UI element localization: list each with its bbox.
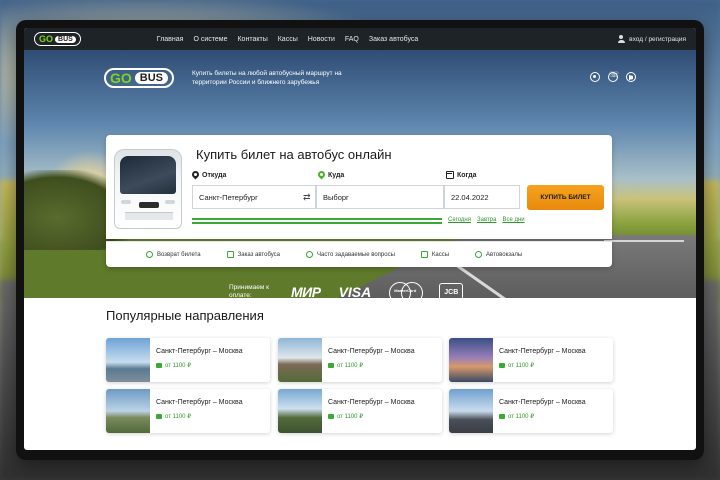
nav-item-home[interactable]: Главная: [157, 36, 184, 43]
calendar-icon: [446, 171, 454, 179]
date-today-link[interactable]: Сегодня: [448, 217, 471, 223]
feature-bus-stations[interactable]: Автовокзалы: [475, 251, 522, 258]
refund-icon: [146, 251, 153, 258]
visa-logo: VISA: [338, 284, 372, 298]
feature-bus-order[interactable]: Заказ автобуса: [226, 251, 280, 258]
to-input[interactable]: Выборг: [316, 185, 444, 209]
route-thumbnail: [278, 389, 322, 433]
cashbox-icon: [420, 251, 428, 258]
laptop-frame: GO BUS Главная О системе Контакты Кассы …: [16, 20, 704, 460]
route-card[interactable]: Санкт-Петербург – Москва от 1100 ₽: [278, 389, 442, 433]
mastercard-logo: MasterCard: [389, 282, 424, 298]
hero-tagline: Купить билеты на любой автобусный маршру…: [192, 70, 342, 86]
nav-item-news[interactable]: Новости: [308, 36, 335, 43]
route-card[interactable]: Санкт-Петербург – Москва от 1100 ₽: [449, 338, 613, 382]
phone-icon[interactable]: [608, 70, 619, 82]
popular-title: Популярные направления: [106, 308, 264, 323]
route-card[interactable]: Санкт-Петербург – Москва от 1100 ₽: [106, 389, 270, 433]
ticket-icon: [328, 414, 334, 419]
form-divider: [192, 222, 442, 224]
route-card[interactable]: Санкт-Петербург – Москва от 1100 ₽: [449, 389, 613, 433]
mir-logo: МИР: [291, 284, 321, 298]
from-label: Откуда: [192, 171, 226, 180]
nav-item-contacts[interactable]: Контакты: [237, 36, 267, 43]
feature-ticket-offices[interactable]: Кассы: [420, 251, 449, 258]
date-input[interactable]: 22.04.2022: [444, 185, 520, 209]
ticket-icon: [328, 363, 334, 368]
payment-label: Принимаем к оплате:: [229, 284, 269, 298]
date-label: Когда: [446, 171, 477, 179]
nav-item-about[interactable]: О системе: [193, 36, 227, 43]
top-navbar: GO BUS Главная О системе Контакты Кассы …: [24, 28, 696, 50]
website-screen: GO BUS Главная О системе Контакты Кассы …: [24, 28, 696, 450]
user-icon: [617, 35, 625, 43]
nav-item-faq[interactable]: FAQ: [345, 36, 359, 43]
route-card[interactable]: Санкт-Петербург – Москва от 1100 ₽: [106, 338, 270, 382]
ticket-icon: [499, 414, 505, 419]
hero-road-marking: [604, 240, 684, 242]
quick-date-links: Сегодня Завтра Все дни: [448, 217, 525, 223]
payment-methods: Принимаем к оплате: МИР VISA MasterCard …: [229, 282, 464, 298]
nav-item-ticket-offices[interactable]: Кассы: [278, 36, 298, 43]
viber-icon[interactable]: [590, 72, 600, 82]
contact-icons: [590, 70, 636, 82]
hero-banner: GO BUS Купить билеты на любой автобусный…: [24, 50, 696, 298]
ticket-search-form: Купить билет на автобус онлайн Откуда Ку…: [106, 135, 612, 239]
main-menu: Главная О системе Контакты Кассы Новости…: [157, 36, 419, 43]
buy-ticket-button[interactable]: КУПИТЬ БИЛЕТ: [527, 185, 604, 210]
login-label: вход / регистрация: [629, 35, 686, 43]
feature-faq[interactable]: Часто задаваемые вопросы: [306, 251, 395, 258]
form-divider: [192, 218, 442, 220]
bus-image: [114, 149, 182, 229]
route-thumbnail: [278, 338, 322, 382]
ticket-icon: [156, 414, 162, 419]
navbar-logo[interactable]: GO BUS: [34, 32, 81, 46]
ticket-icon: [156, 363, 162, 368]
route-thumbnail: [449, 389, 493, 433]
ticket-icon: [499, 363, 505, 368]
jcb-logo: JCB: [439, 283, 464, 298]
to-label: Куда: [318, 171, 344, 180]
route-thumbnail: [106, 389, 150, 433]
from-input[interactable]: Санкт-Петербург: [192, 185, 316, 209]
date-tomorrow-link[interactable]: Завтра: [477, 217, 496, 223]
bus-icon: [226, 251, 234, 258]
question-icon: [306, 251, 314, 258]
search-title: Купить билет на автобус онлайн: [196, 147, 392, 162]
route-thumbnail: [106, 338, 150, 382]
location-pin-icon: [318, 171, 325, 180]
login-link[interactable]: вход / регистрация: [617, 35, 686, 43]
route-card[interactable]: Санкт-Петербург – Москва от 1100 ₽: [278, 338, 442, 382]
nav-item-bus-order[interactable]: Заказ автобуса: [369, 36, 418, 43]
route-thumbnail: [449, 338, 493, 382]
station-icon: [475, 251, 483, 258]
date-all-link[interactable]: Все дни: [502, 217, 524, 223]
swap-icon[interactable]: ⇄: [303, 192, 313, 202]
location-pin-icon: [192, 171, 199, 180]
features-bar: Возврат билета Заказ автобуса Часто зада…: [106, 241, 612, 267]
telegram-icon[interactable]: [626, 72, 636, 82]
hero-logo[interactable]: GO BUS: [104, 68, 175, 88]
feature-refund[interactable]: Возврат билета: [146, 251, 201, 258]
